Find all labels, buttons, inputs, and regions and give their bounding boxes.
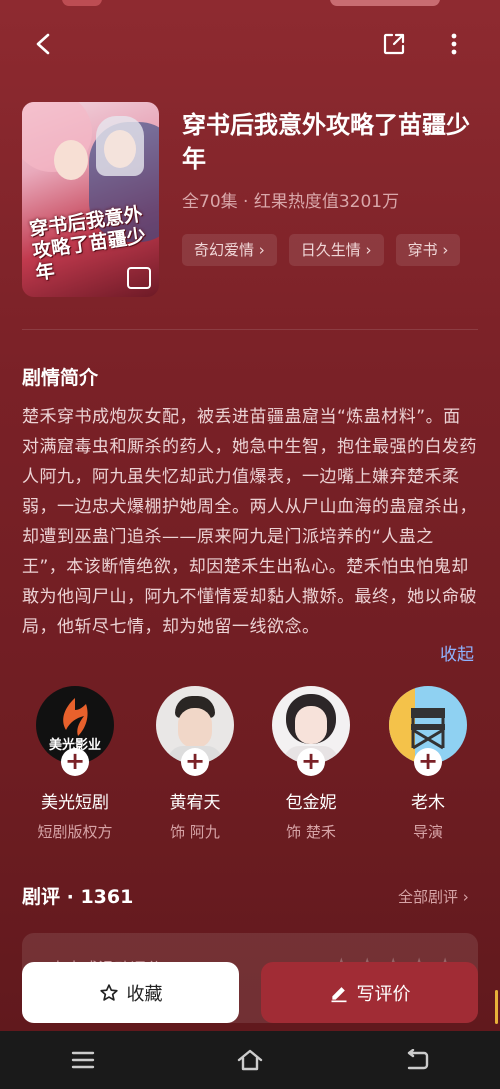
reviews-heading: 剧评 · 1361: [22, 886, 134, 908]
cast-item-huang-youtian[interactable]: + 黄宥天 饰 阿九: [145, 686, 245, 842]
cast-role: 导演: [412, 823, 443, 841]
show-title: 穿书后我意外攻略了苗疆少年: [182, 111, 470, 173]
system-nav-bar: [0, 1031, 500, 1089]
write-review-label: 写评价: [356, 983, 411, 1005]
director-chair-icon: [411, 708, 445, 750]
divider: [22, 329, 478, 330]
synopsis-text: 楚禾穿书成炮灰女配，被丢进苗疆蛊窟当“炼蛊材料”。面对满窟毒虫和厮杀的药人，她急…: [22, 407, 477, 637]
home-icon[interactable]: [220, 1040, 280, 1080]
show-meta: 全70集 · 红果热度值3201万: [182, 192, 400, 212]
cast-role: 饰 楚禾: [286, 823, 336, 841]
pen-icon: [331, 986, 346, 1002]
favorite-label: 收藏: [126, 983, 163, 1005]
cast-item-producer[interactable]: 美光影业 + 美光短剧 短剧版权方: [25, 686, 125, 842]
tag-slow-burn[interactable]: 日久生情 ›: [288, 234, 384, 266]
status-bar: [0, 0, 500, 14]
follow-plus-icon[interactable]: +: [297, 748, 325, 776]
back-arrow-icon[interactable]: [24, 24, 64, 64]
follow-plus-icon[interactable]: +: [181, 748, 209, 776]
more-icon[interactable]: [434, 24, 474, 64]
cast-role: 短剧版权方: [37, 823, 113, 841]
back-icon[interactable]: [387, 1040, 447, 1080]
cover-badge-icon: [127, 267, 151, 289]
cast-item-bao-jinni[interactable]: + 包金妮 饰 楚禾: [261, 686, 361, 842]
genre-tags: 奇幻爱情 › 日久生情 › 穿书 ›: [182, 234, 461, 266]
star-outline-icon: [99, 983, 118, 1001]
follow-plus-icon[interactable]: +: [61, 748, 89, 776]
cast-name: 黄宥天: [169, 793, 221, 813]
cast-name: 老木: [411, 793, 445, 813]
tag-fantasy-romance[interactable]: 奇幻爱情 ›: [182, 234, 277, 266]
favorite-button[interactable]: 收藏: [22, 962, 239, 1023]
cast-item-director[interactable]: + 老木 导演: [378, 686, 478, 842]
avatar[interactable]: +: [156, 686, 234, 776]
collapse-button[interactable]: 收起: [440, 640, 474, 665]
cast-name: 包金妮: [285, 793, 337, 813]
all-reviews-link[interactable]: 全部剧评 ›: [398, 886, 469, 907]
cast-role: 饰 阿九: [170, 823, 220, 841]
share-icon[interactable]: [374, 24, 414, 64]
cast-name: 美光短剧: [41, 793, 109, 813]
follow-plus-icon[interactable]: +: [414, 748, 442, 776]
avatar[interactable]: 美光影业 +: [36, 686, 114, 776]
show-cover[interactable]: 穿书后我意外攻略了苗疆少年: [22, 102, 159, 297]
write-review-button[interactable]: 写评价: [261, 962, 478, 1023]
scroll-indicator: [495, 990, 498, 1024]
tag-transmigration[interactable]: 穿书 ›: [395, 234, 461, 266]
avatar[interactable]: +: [389, 686, 467, 776]
synopsis-heading: 剧情简介: [22, 367, 99, 389]
menu-icon[interactable]: [53, 1040, 113, 1080]
avatar[interactable]: +: [272, 686, 350, 776]
